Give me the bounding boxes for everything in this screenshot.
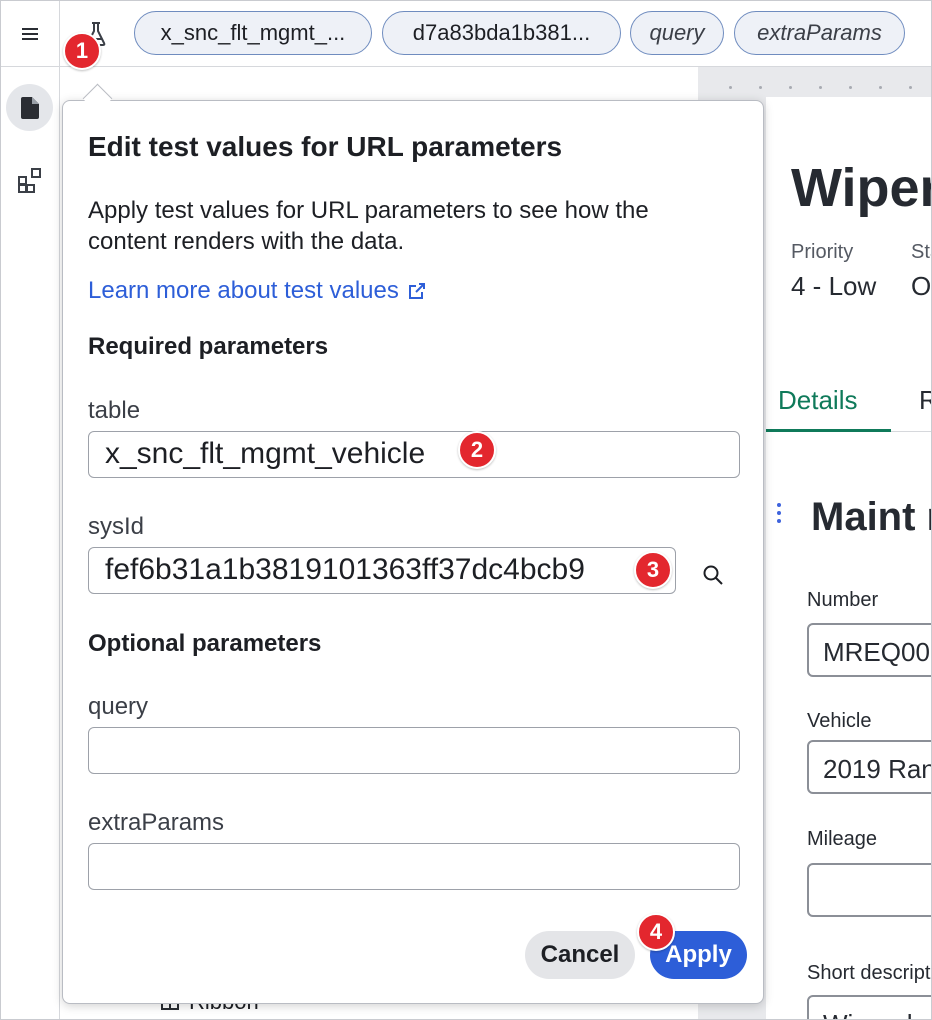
tab-related[interactable]: R	[919, 385, 931, 416]
kebab-icon[interactable]	[776, 503, 782, 527]
blocks-icon[interactable]	[17, 167, 43, 193]
sysid-search-button[interactable]	[695, 557, 731, 593]
cancel-button[interactable]: Cancel	[525, 931, 635, 979]
mileage-field[interactable]	[807, 863, 931, 917]
url-param-pill-table[interactable]: x_snc_flt_mgmt_...	[134, 11, 372, 55]
left-rail	[1, 67, 60, 1019]
preview-canvas: Wiper Priority 4 - Low Sta O Details R M…	[766, 97, 931, 1019]
top-bar: x_snc_flt_mgmt_... d7a83bda1b381... quer…	[1, 1, 931, 67]
optional-parameters-heading: Optional parameters	[88, 630, 322, 657]
record-title: Wiper	[791, 158, 931, 218]
required-parameters-heading: Required parameters	[88, 333, 329, 360]
popover-title: Edit test values for URL parameters	[88, 131, 563, 162]
callout-badge-3: 3	[634, 551, 672, 589]
priority-label: Priority	[791, 241, 854, 263]
extraparams-input[interactable]	[88, 843, 740, 890]
hamburger-menu-icon	[22, 27, 38, 40]
url-param-pill-extraparams[interactable]: extraParams	[734, 11, 905, 55]
popover-description: Apply test values for URL parameters to …	[88, 197, 649, 255]
sysid-label: sysId	[88, 513, 145, 540]
external-link-icon	[408, 283, 425, 299]
tab-details[interactable]: Details	[778, 385, 857, 416]
url-param-pill-query[interactable]: query	[630, 11, 724, 55]
canvas-dot-grid	[698, 67, 931, 97]
document-icon	[20, 96, 39, 119]
section-title: Maint r	[811, 495, 931, 539]
app-window: x_snc_flt_mgmt_... d7a83bda1b381... quer…	[0, 0, 932, 1020]
callout-badge-2: 2	[458, 431, 496, 469]
extraparams-label: extraParams	[88, 809, 225, 836]
callout-badge-1: 1	[63, 32, 101, 70]
priority-value: 4 - Low	[791, 271, 877, 301]
state-value: O	[911, 271, 931, 301]
table-label: table	[88, 397, 141, 424]
state-label: Sta	[911, 241, 931, 263]
vehicle-label: Vehicle	[807, 710, 872, 732]
learn-more-text: Learn more about test values	[88, 277, 399, 304]
query-input[interactable]	[88, 727, 740, 774]
number-field[interactable]: MREQ00	[807, 623, 931, 677]
short-description-label: Short descript	[807, 962, 931, 984]
search-icon	[703, 565, 723, 585]
learn-more-link[interactable]: Learn more about test values	[88, 277, 427, 305]
sysid-input[interactable]: fef6b31a1b3819101363ff37dc4bcb9	[88, 547, 676, 594]
vehicle-field[interactable]: 2019 Ran	[807, 740, 931, 794]
query-label: query	[88, 693, 149, 720]
menu-button[interactable]	[1, 1, 60, 66]
tab-details-indicator	[766, 429, 891, 432]
short-description-field[interactable]: Wiper d	[807, 995, 931, 1019]
callout-badge-4: 4	[637, 913, 675, 951]
number-label: Number	[807, 589, 879, 611]
url-param-pill-sysid[interactable]: d7a83bda1b381...	[382, 11, 621, 55]
table-input[interactable]: x_snc_flt_mgmt_vehicle	[88, 431, 740, 478]
page-button[interactable]	[6, 84, 53, 131]
mileage-label: Mileage	[807, 828, 878, 850]
